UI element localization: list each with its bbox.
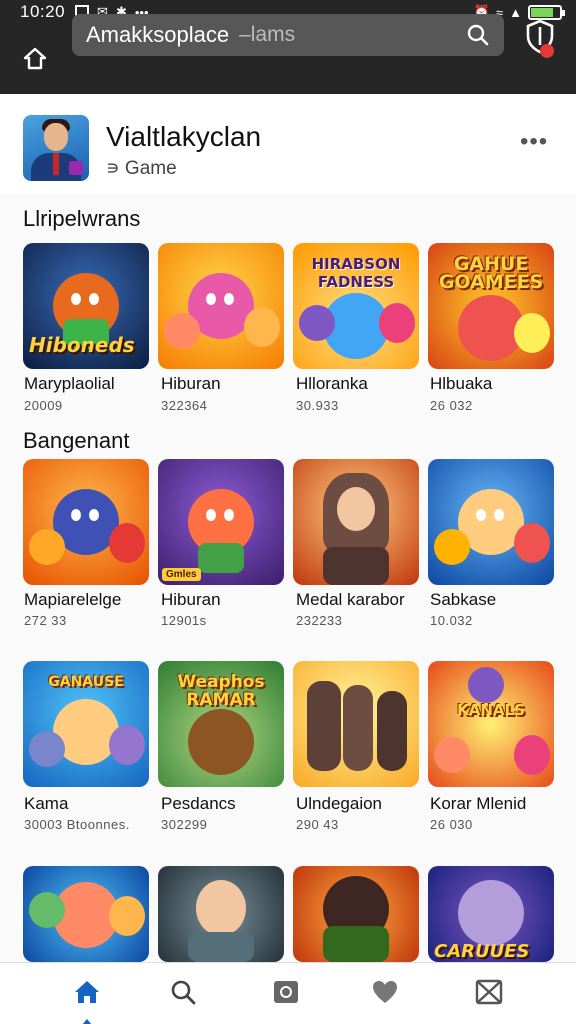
home-button[interactable] [12, 36, 58, 82]
game-tile[interactable]: Gmles [158, 459, 284, 585]
tile-art-text: Weaphos RAMAR [177, 672, 265, 710]
game-tile[interactable]: CARUUES [428, 866, 554, 962]
section-title: Bangenant [23, 428, 130, 453]
active-tab-indicator [82, 1019, 92, 1024]
game-icon: ∍ [106, 158, 125, 179]
page-title: Vialtlakyclan [106, 121, 262, 152]
game-title[interactable]: Sabkase [430, 590, 560, 610]
tile-art-text: GANAUSE [48, 674, 124, 690]
game-tile[interactable]: KANALS [428, 661, 554, 787]
avatar[interactable] [23, 115, 89, 181]
game-tile[interactable] [293, 866, 419, 962]
mail-icon[interactable] [474, 977, 504, 1007]
game-tile[interactable] [158, 866, 284, 962]
game-tile[interactable] [428, 459, 554, 585]
game-downloads: 26 032 [430, 398, 473, 413]
game-tile[interactable]: GAHUE GOAMEES [428, 243, 554, 369]
game-title[interactable]: Hlbuaka [430, 374, 560, 394]
game-title[interactable]: Mapiarelelge [24, 590, 154, 610]
signal-icon: ▲ [509, 4, 522, 20]
game-title[interactable]: Hiburan [161, 590, 291, 610]
section-title: Llripelwrans [23, 206, 141, 231]
tile-art-text: GAHUE GOAMEES [438, 253, 544, 293]
game-downloads: 20009 [24, 398, 63, 413]
game-title[interactable]: Kama [24, 794, 154, 814]
page-subtitle: ∍ Game [106, 158, 177, 179]
heart-icon[interactable] [370, 977, 400, 1007]
game-downloads: 272 33 [24, 613, 67, 628]
game-tile[interactable] [293, 459, 419, 585]
game-title[interactable]: Pesdancs [161, 794, 291, 814]
tile-art-text: KANALS [457, 701, 525, 719]
game-tile[interactable]: Weaphos RAMAR [158, 661, 284, 787]
game-downloads: 10.032 [430, 613, 473, 628]
app-header: Vialtlakyclan ∍ Game ••• [0, 94, 576, 194]
game-downloads: 30.933 [296, 398, 339, 413]
tile-art-text: Gmles [162, 568, 201, 581]
game-tile[interactable] [23, 866, 149, 962]
game-title[interactable]: Maryplaolial [24, 374, 154, 394]
game-downloads: 12901s [161, 613, 207, 628]
tile-art-text: HIRABSON FADNESS [311, 255, 401, 291]
game-title[interactable]: Medal karabor [296, 590, 426, 610]
game-downloads: 30003 Btoonnes. [24, 817, 130, 832]
home-icon[interactable] [72, 977, 102, 1007]
tile-art-text: CARUUES [434, 941, 530, 962]
tile-art-text: Hiboneds [29, 333, 135, 357]
game-tile[interactable] [158, 243, 284, 369]
game-downloads: 26 030 [430, 817, 473, 832]
game-title[interactable]: Hlloranka [296, 374, 426, 394]
search-icon[interactable] [168, 977, 198, 1007]
search-hint: –lams [239, 23, 296, 46]
game-title[interactable]: Hiburan [161, 374, 291, 394]
search-bar[interactable]: Amakksoplace –lams [72, 14, 504, 56]
status-time: 10:20 [20, 2, 66, 21]
game-downloads: 290 43 [296, 817, 339, 832]
search-icon[interactable] [466, 23, 490, 47]
game-title[interactable]: Korar Mlenid [430, 794, 560, 814]
game-downloads: 302299 [161, 817, 208, 832]
bottom-navigation [0, 962, 576, 1024]
home-outline-icon [23, 47, 47, 70]
game-tile[interactable] [23, 459, 149, 585]
game-tile[interactable]: Hiboneds [23, 243, 149, 369]
search-query[interactable]: Amakksoplace [86, 22, 229, 48]
game-tile[interactable]: HIRABSON FADNESS [293, 243, 419, 369]
game-downloads: 232233 [296, 613, 343, 628]
game-tile[interactable] [293, 661, 419, 787]
game-title[interactable]: Ulndegaion [296, 794, 426, 814]
game-downloads: 322364 [161, 398, 208, 413]
game-tile[interactable]: GANAUSE [23, 661, 149, 787]
more-options-button[interactable]: ••• [520, 128, 548, 156]
library-icon[interactable] [271, 977, 301, 1007]
notification-badge [540, 44, 554, 58]
